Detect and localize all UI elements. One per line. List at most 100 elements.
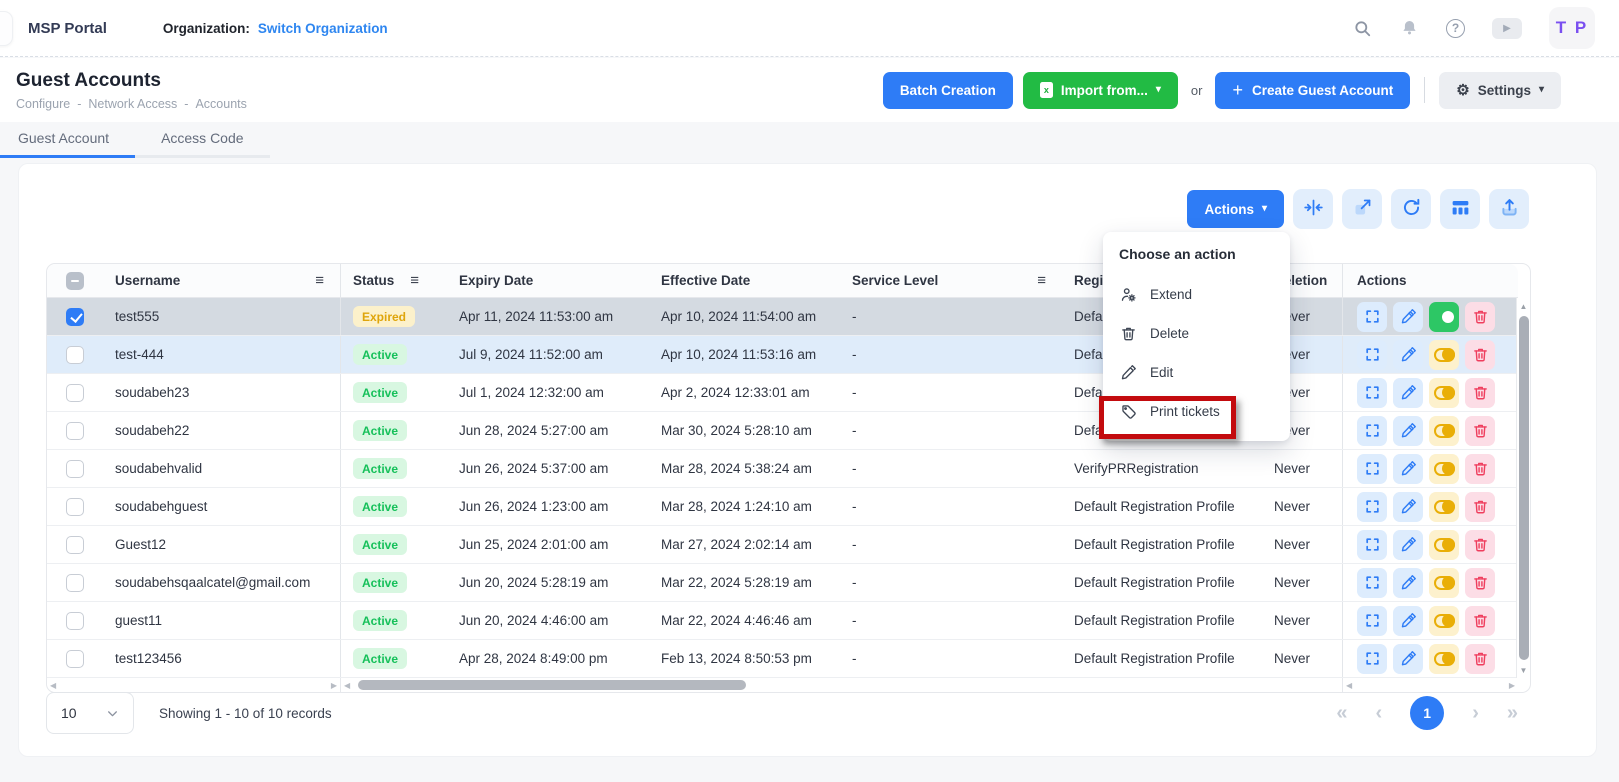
current-page-button[interactable]: 1: [1410, 696, 1444, 730]
horizontal-scrollbar[interactable]: ◀ ▶ ◀ ◀ ▶: [47, 678, 1530, 692]
expand-row-button[interactable]: [1357, 530, 1387, 560]
help-icon[interactable]: ?: [1446, 19, 1465, 38]
delete-row-button[interactable]: [1465, 492, 1495, 522]
collapse-columns-button[interactable]: [1293, 189, 1333, 229]
table-row[interactable]: soudabeh23 Active Jul 1, 2024 12:32:00 a…: [47, 374, 1518, 412]
toggle-account-button[interactable]: [1429, 530, 1459, 560]
create-guest-account-button[interactable]: + Create Guest Account: [1215, 72, 1410, 109]
toggle-account-button[interactable]: [1429, 454, 1459, 484]
scroll-down-icon[interactable]: ▼: [1520, 662, 1528, 678]
scroll-right-icon[interactable]: ▶: [331, 681, 337, 690]
delete-row-button[interactable]: [1465, 340, 1495, 370]
edit-row-button[interactable]: [1393, 644, 1423, 674]
page-size-select[interactable]: 10: [46, 692, 134, 734]
edit-row-button[interactable]: [1393, 416, 1423, 446]
edit-row-button[interactable]: [1393, 378, 1423, 408]
row-checkbox[interactable]: [66, 650, 84, 668]
expand-row-button[interactable]: [1357, 492, 1387, 522]
menu-item-extend[interactable]: Extend: [1103, 275, 1290, 314]
edit-row-button[interactable]: [1393, 492, 1423, 522]
table-row[interactable]: soudabehsqaalcatel@gmail.com Active Jun …: [47, 564, 1518, 602]
bell-icon[interactable]: [1399, 18, 1419, 38]
row-checkbox[interactable]: [66, 384, 84, 402]
toggle-account-button[interactable]: [1429, 302, 1459, 332]
table-row[interactable]: soudabeh22 Active Jun 28, 2024 5:27:00 a…: [47, 412, 1518, 450]
export-button[interactable]: [1489, 189, 1529, 229]
refresh-button[interactable]: [1391, 189, 1431, 229]
row-checkbox[interactable]: [66, 346, 84, 364]
scroll-up-icon[interactable]: ▲: [1520, 298, 1528, 314]
tab-access-code[interactable]: Access Code: [135, 122, 269, 158]
first-page-button[interactable]: «: [1336, 703, 1347, 723]
expand-row-button[interactable]: [1357, 378, 1387, 408]
columns-button[interactable]: [1440, 189, 1480, 229]
column-menu-icon[interactable]: ≡: [410, 272, 419, 289]
open-expand-button[interactable]: [1342, 189, 1382, 229]
scroll-left-icon[interactable]: ◀: [1346, 681, 1352, 690]
expand-row-button[interactable]: [1357, 606, 1387, 636]
row-checkbox[interactable]: [66, 574, 84, 592]
toggle-account-button[interactable]: [1429, 416, 1459, 446]
toggle-account-button[interactable]: [1429, 492, 1459, 522]
toggle-account-button[interactable]: [1429, 644, 1459, 674]
expand-row-button[interactable]: [1357, 568, 1387, 598]
delete-row-button[interactable]: [1465, 568, 1495, 598]
next-page-button[interactable]: ›: [1472, 703, 1479, 723]
prev-page-button[interactable]: ‹: [1376, 703, 1383, 723]
video-icon[interactable]: ▶: [1492, 18, 1522, 39]
batch-creation-button[interactable]: Batch Creation: [883, 72, 1013, 109]
row-checkbox[interactable]: [66, 498, 84, 516]
actions-dropdown-button[interactable]: Actions ▾: [1187, 190, 1284, 228]
scrollbar-thumb[interactable]: [1519, 316, 1529, 660]
select-all-checkbox[interactable]: [66, 272, 84, 290]
delete-row-button[interactable]: [1465, 606, 1495, 636]
tab-guest-account[interactable]: Guest Account: [0, 122, 135, 158]
vertical-scrollbar[interactable]: ▲ ▼: [1516, 298, 1530, 678]
table-row[interactable]: Guest12 Active Jun 25, 2024 2:01:00 am M…: [47, 526, 1518, 564]
column-menu-icon[interactable]: ≡: [315, 272, 324, 289]
row-checkbox[interactable]: [66, 308, 84, 326]
edit-row-button[interactable]: [1393, 530, 1423, 560]
edit-row-button[interactable]: [1393, 606, 1423, 636]
column-header-service-level[interactable]: Service Level≡: [840, 264, 1062, 297]
table-row[interactable]: guest11 Active Jun 20, 2024 4:46:00 am M…: [47, 602, 1518, 640]
table-row[interactable]: soudabehvalid Active Jun 26, 2024 5:37:0…: [47, 450, 1518, 488]
row-checkbox[interactable]: [66, 460, 84, 478]
toggle-account-button[interactable]: [1429, 340, 1459, 370]
toggle-account-button[interactable]: [1429, 606, 1459, 636]
scroll-right-icon[interactable]: ▶: [1509, 681, 1515, 690]
avatar[interactable]: T P: [1549, 7, 1595, 49]
switch-organization-link[interactable]: Switch Organization: [258, 21, 388, 36]
sidebar-collapsed-handle[interactable]: [0, 11, 13, 46]
scroll-left-icon[interactable]: ◀: [344, 681, 350, 690]
edit-row-button[interactable]: [1393, 568, 1423, 598]
import-from-button[interactable]: x Import from... ▾: [1023, 72, 1178, 109]
row-checkbox[interactable]: [66, 536, 84, 554]
row-checkbox[interactable]: [66, 422, 84, 440]
row-checkbox[interactable]: [66, 612, 84, 630]
menu-item-edit[interactable]: Edit: [1103, 353, 1290, 392]
edit-row-button[interactable]: [1393, 454, 1423, 484]
table-row[interactable]: test-444 Active Jul 9, 2024 11:52:00 am …: [47, 336, 1518, 374]
scroll-left-icon[interactable]: ◀: [50, 681, 56, 690]
delete-row-button[interactable]: [1465, 454, 1495, 484]
expand-row-button[interactable]: [1357, 302, 1387, 332]
last-page-button[interactable]: »: [1507, 703, 1518, 723]
expand-row-button[interactable]: [1357, 340, 1387, 370]
search-icon[interactable]: [1352, 18, 1372, 38]
menu-item-print-tickets[interactable]: Print tickets: [1103, 392, 1290, 431]
table-row[interactable]: soudabehguest Active Jun 26, 2024 1:23:0…: [47, 488, 1518, 526]
menu-item-delete[interactable]: Delete: [1103, 314, 1290, 353]
settings-button[interactable]: ⚙ Settings ▾: [1439, 72, 1561, 109]
expand-row-button[interactable]: [1357, 454, 1387, 484]
table-row[interactable]: test123456 Active Apr 28, 2024 8:49:00 p…: [47, 640, 1518, 678]
delete-row-button[interactable]: [1465, 530, 1495, 560]
toggle-account-button[interactable]: [1429, 568, 1459, 598]
expand-row-button[interactable]: [1357, 416, 1387, 446]
column-header-status[interactable]: Status≡: [341, 264, 447, 297]
delete-row-button[interactable]: [1465, 416, 1495, 446]
delete-row-button[interactable]: [1465, 302, 1495, 332]
column-header-expiry-date[interactable]: Expiry Date: [447, 264, 649, 297]
edit-row-button[interactable]: [1393, 340, 1423, 370]
column-menu-icon[interactable]: ≡: [1037, 272, 1046, 289]
